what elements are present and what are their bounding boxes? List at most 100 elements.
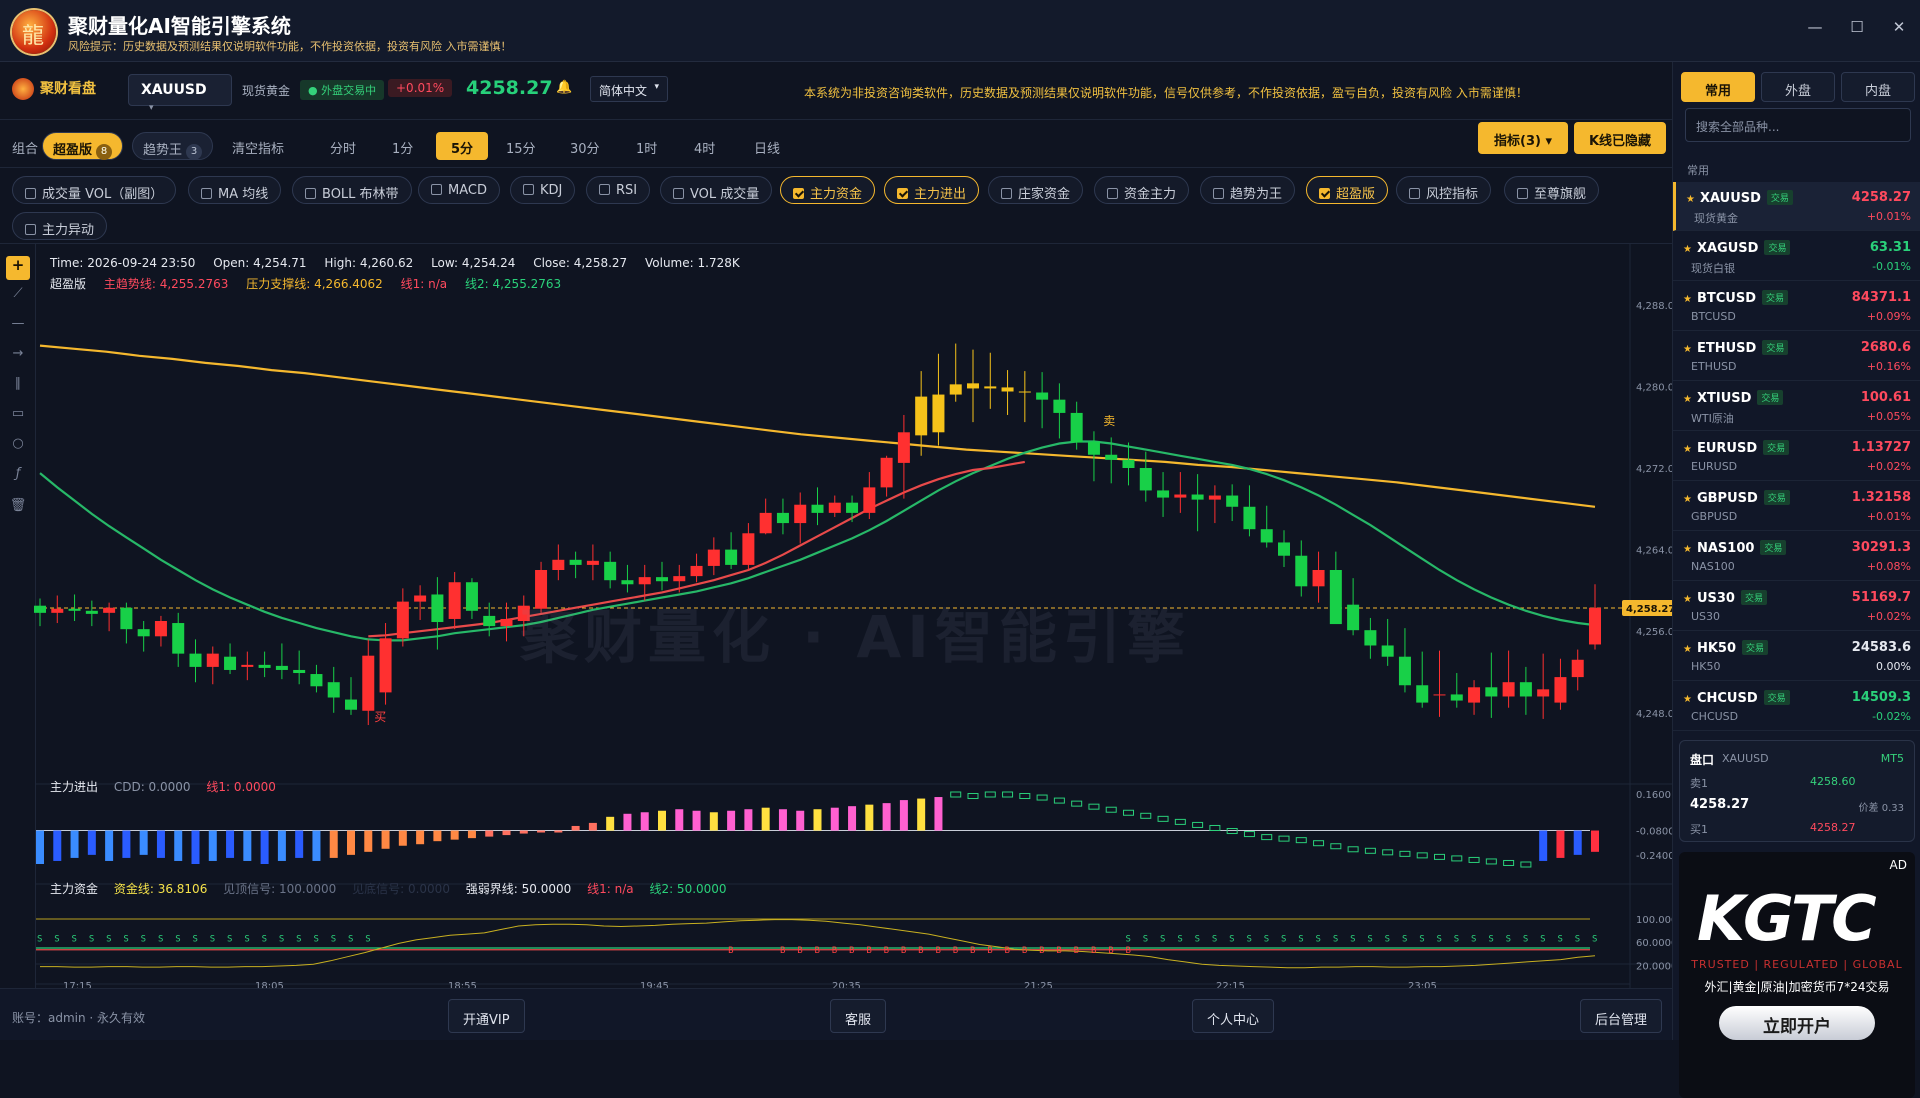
indicator-toggle-11[interactable]: 趋势为王 [1200,176,1296,204]
sub1-bar [1364,847,1376,854]
indicator-toggle-4[interactable]: KDJ [510,176,576,204]
watchlist-row[interactable]: XAGUSD 交易现货白银 63.31 -0.01% [1673,232,1920,281]
bell-icon[interactable]: 🔔 [556,80,572,95]
customer-service-button[interactable]: 客服 [830,999,887,1033]
advertisement[interactable]: AD KGTC TRUSTED | REGULATED | GLOBAL 外汇|… [1679,852,1915,1098]
candle-body [172,623,185,654]
watchlist-row[interactable]: BTCUSD 交易 BTCUSD 84371.1 +0.09% [1673,282,1920,331]
quote-symbol-text: XAUUSD [1699,191,1761,206]
indicator-toggle-0[interactable]: 成交量 VOL（副图） [12,176,177,204]
sub1-tick-label: -0.0800 [1636,827,1672,838]
candle-body [85,610,98,614]
minimize-button[interactable]: — [1800,18,1830,44]
sub1-bar [1123,809,1134,816]
symbol-search-input[interactable]: 搜索全部品种... [1685,108,1911,142]
sub1-bar [208,830,217,861]
watchlist-row[interactable]: GBPUSD 交易 GBPUSD 1.32158 +0.01% [1673,482,1920,531]
indicator-toggle-3[interactable]: MACD [418,176,500,204]
indicator-toggle-10[interactable]: 资金主力 [1094,176,1190,204]
candle-body [241,664,254,667]
watchlist-row[interactable]: EURUSD 交易 EURUSD 1.13727 +0.02% [1673,432,1920,481]
indicator-label: 资金主力 [1124,187,1177,202]
period-2[interactable]: 5分 [436,132,488,160]
sub1-bar [1556,830,1565,858]
language-select[interactable]: 简体中文 ▾ [590,76,668,102]
candle-body [327,682,340,698]
indicator-bar: 成交量 VOL（副图） MA 均线 BOLL 布林带 MACD KDJ RSI VOL 成交… [0,168,1672,244]
open-account-button[interactable]: 立即开户 [1719,1006,1875,1040]
indicator-toggle-5[interactable]: RSI [586,176,651,204]
sub1-bar [967,793,979,800]
admin-button[interactable]: 后台管理 [1580,999,1663,1033]
personal-center-button[interactable]: 个人中心 [1192,999,1275,1033]
quote-symbol: ETHUSD 交易 [1683,340,1789,356]
candle-body [604,561,617,581]
candle-body [1589,607,1601,645]
watchlist-row[interactable]: HK50 交易 HK50 24583.6 0.00% [1673,632,1920,681]
indicator-toggle-2[interactable]: BOLL 布林带 [292,176,412,204]
candle-body [206,653,219,667]
indicator-toggle-7[interactable]: 主力资金 [780,176,876,204]
period-1[interactable]: 1分 [382,132,423,160]
candle-body [1260,529,1273,543]
quote-name: BTCUSD [1691,310,1736,323]
candle-body [1295,555,1308,587]
watchlist-row[interactable]: NAS100 交易 NAS100 30291.3 +0.08% [1673,532,1920,581]
sub1-bar [1209,824,1221,831]
indicator-toggle-9[interactable]: 庄家资金 [988,176,1084,204]
price-tick-label: 4,264.00 [1636,546,1672,557]
close-button[interactable]: ✕ [1884,18,1914,44]
indicator-toggle-1[interactable]: MA 均线 [188,176,282,204]
sub1-bar [830,807,839,831]
sub1-bar [640,812,649,831]
tab-foreign[interactable]: 外盘 [1761,72,1835,102]
period-6[interactable]: 4时 [684,132,725,160]
sub1-bar [156,830,165,858]
indicator-toggle-13[interactable]: 风控指标 [1396,176,1492,204]
indicator-toggle-8[interactable]: 主力进出 [884,176,980,204]
period-0[interactable]: 分时 [320,132,366,160]
sub1-bar [519,830,528,834]
period-4[interactable]: 30分 [560,132,610,160]
combo-1[interactable]: 趋势王 3 [132,132,214,160]
ad-tagline: TRUSTED | REGULATED | GLOBAL [1691,958,1903,971]
indicator-toggle-6[interactable]: VOL 成交量 [660,176,773,204]
s-signal-marker: S [1126,935,1131,945]
watchlist-row[interactable]: US30 交易 US30 51169.7 +0.02% [1673,582,1920,631]
tab-domestic[interactable]: 内盘 [1841,72,1915,102]
sub1-bar [537,830,546,833]
watchlist-row[interactable]: CHCUSD 交易 CHCUSD 14509.3 -0.02% [1673,682,1920,731]
sub1-bar [1468,856,1480,863]
watchlist-row[interactable]: XAUUSD 交易现货黄金 4258.27 +0.01% [1673,182,1920,231]
symbol-selector[interactable]: XAUUSD ▾ [128,74,232,113]
combo-0[interactable]: 超盈版 8 [42,132,124,160]
kline-toggle-button[interactable]: K线已隐藏 [1574,122,1666,154]
sub2-tick-label: 100.0000 [1636,915,1672,926]
sub1-bar [53,830,62,861]
tab-common[interactable]: 常用 [1681,72,1755,102]
sub1-bar [709,812,718,831]
indicator-toggle-12[interactable]: 超盈版 [1306,176,1389,204]
candle-body [379,638,392,693]
period-3[interactable]: 15分 [496,132,546,160]
combo-2[interactable]: 清空指标 [222,132,294,160]
s-signal-marker: S [72,935,77,945]
price-tick-label: 4,256.00 [1636,627,1672,638]
quote-price: 100.61 [1860,390,1911,405]
maximize-button[interactable]: ☐ [1842,18,1872,44]
s-signal-marker: S [89,935,94,945]
ohlc-low: Low: 4,254.24 [431,256,516,270]
time-tick-label: 18:55 [448,981,477,988]
sub1-bar [588,822,597,831]
watchlist-row[interactable]: ETHUSD 交易 ETHUSD 2680.6 +0.16% [1673,332,1920,381]
section-label: 常用 [1687,164,1709,177]
indicator-toggle-14[interactable]: 至尊旗舰 [1504,176,1600,204]
period-5[interactable]: 1时 [626,132,667,160]
watchlist-row[interactable]: XTIUSD 交易 WTI原油 100.61 +0.05% [1673,382,1920,431]
vip-button[interactable]: 开通VIP [448,999,525,1033]
period-7[interactable]: 日线 [744,132,790,160]
indicator-toggle-15[interactable]: 主力异动 [12,212,108,240]
indicator-label: RSI [616,183,638,198]
indicator-menu-button[interactable]: 指标(3) ▾ [1478,122,1568,154]
sub1-bar [1591,830,1599,852]
